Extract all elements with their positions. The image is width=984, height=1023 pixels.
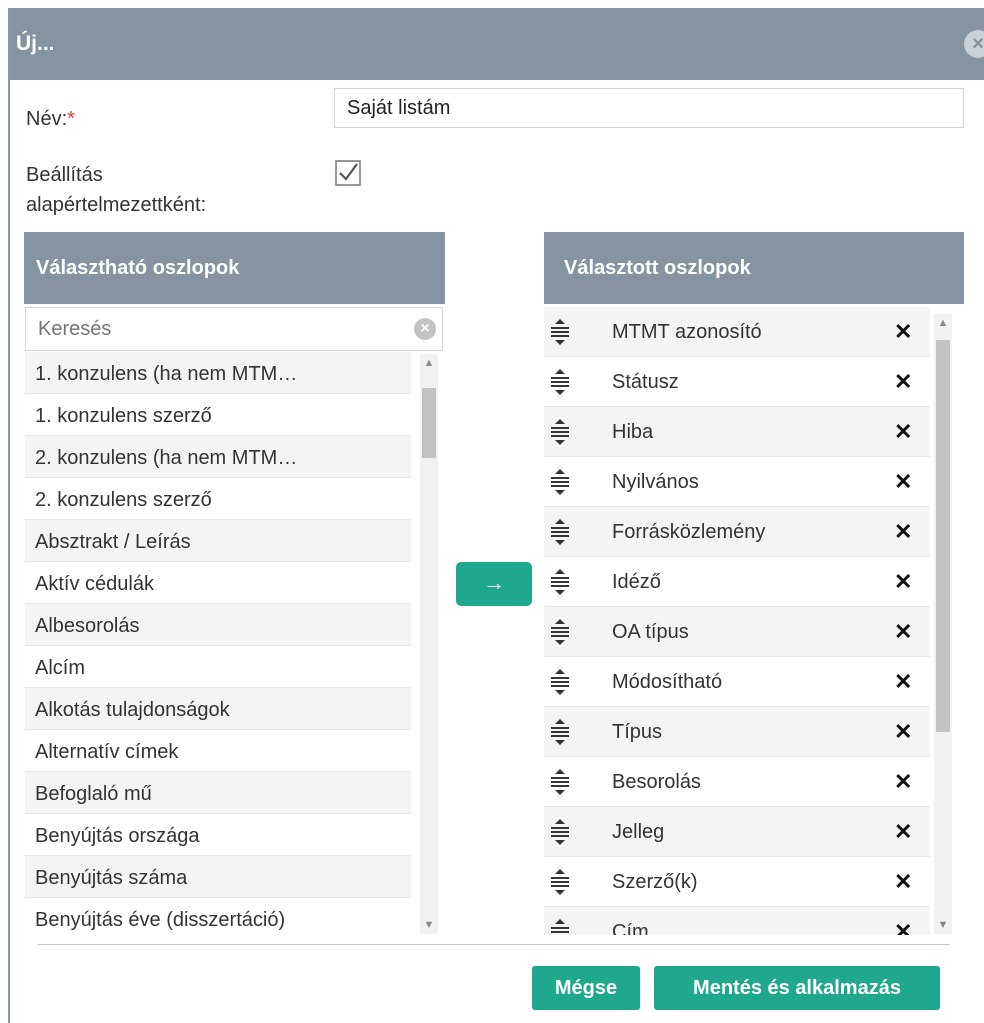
available-list-scrollbar[interactable]: ▲ ▼ [420, 354, 438, 934]
name-input[interactable]: Saját listám [334, 88, 964, 128]
scroll-down-icon[interactable]: ▼ [934, 916, 952, 934]
default-label-line2: alapértelmezettként: [26, 194, 207, 216]
list-item[interactable]: 1. konzulens szerző [25, 394, 411, 436]
chosen-columns-list: MTMT azonosító ✕ Státusz ✕ Hiba ✕ Nyilvános ✕ Fo… [544, 307, 930, 935]
chosen-list-scrollbar[interactable]: ▲ ▼ [934, 314, 952, 934]
list-item[interactable]: Nyilvános ✕ [544, 457, 930, 507]
cancel-button[interactable]: Mégse [532, 966, 640, 1010]
remove-icon[interactable]: ✕ [894, 457, 912, 507]
column-name: Hiba [612, 421, 654, 443]
list-item[interactable]: Albesorolás [25, 604, 411, 646]
remove-icon[interactable]: ✕ [894, 357, 912, 407]
page-background [0, 0, 6, 1023]
drag-handle-icon[interactable] [550, 619, 570, 645]
column-name: Idéző [612, 571, 661, 593]
list-item[interactable]: Benyújtás éve (disszertáció) [25, 898, 411, 932]
list-item[interactable]: Benyújtás száma [25, 856, 411, 898]
scroll-down-icon[interactable]: ▼ [420, 916, 438, 934]
remove-icon[interactable]: ✕ [894, 757, 912, 807]
list-item[interactable]: Státusz ✕ [544, 357, 930, 407]
remove-icon[interactable]: ✕ [894, 607, 912, 657]
scroll-up-icon[interactable]: ▲ [934, 314, 952, 332]
drag-handle-icon[interactable] [550, 819, 570, 845]
column-name: Szerző(k) [612, 871, 698, 893]
list-item[interactable]: Módosítható ✕ [544, 657, 930, 707]
remove-icon[interactable]: ✕ [894, 407, 912, 457]
remove-icon[interactable]: ✕ [894, 307, 912, 357]
list-item[interactable]: Alkotás tulajdonságok [25, 688, 411, 730]
scroll-up-icon[interactable]: ▲ [420, 354, 438, 372]
required-marker: * [67, 108, 75, 130]
list-item[interactable]: Szerző(k) ✕ [544, 857, 930, 907]
close-icon[interactable]: × [964, 30, 984, 58]
list-item[interactable]: Típus ✕ [544, 707, 930, 757]
drag-handle-icon[interactable] [550, 769, 570, 795]
search-input[interactable] [36, 308, 400, 350]
clear-search-icon[interactable]: × [414, 318, 436, 340]
drag-handle-icon[interactable] [550, 419, 570, 445]
column-name: Forrásközlemény [612, 521, 766, 543]
remove-icon[interactable]: ✕ [894, 707, 912, 757]
column-name: Cím [612, 921, 649, 935]
drag-handle-icon[interactable] [550, 669, 570, 695]
list-item[interactable]: 1. konzulens (ha nem MTM… [25, 352, 411, 394]
chosen-columns-header: Választott oszlopok [544, 232, 964, 304]
available-search[interactable]: × [25, 307, 443, 351]
list-item[interactable]: Aktív cédulák [25, 562, 411, 604]
remove-icon[interactable]: ✕ [894, 507, 912, 557]
column-name: Módosítható [612, 671, 723, 693]
list-item[interactable]: Idéző ✕ [544, 557, 930, 607]
drag-handle-icon[interactable] [550, 319, 570, 345]
dialog-title: Új... [16, 32, 55, 55]
list-item[interactable]: 2. konzulens szerző [25, 478, 411, 520]
scrollbar-thumb[interactable] [936, 340, 950, 732]
list-item[interactable]: OA típus ✕ [544, 607, 930, 657]
list-item[interactable]: Alcím [25, 646, 411, 688]
remove-icon[interactable]: ✕ [894, 907, 912, 935]
list-item[interactable]: Cím ✕ [544, 907, 930, 935]
column-name: Státusz [612, 371, 679, 393]
list-item[interactable]: Hiba ✕ [544, 407, 930, 457]
available-columns-list: 1. konzulens (ha nem MTM… 1. konzulens sz… [25, 352, 411, 932]
drag-handle-icon[interactable] [550, 919, 570, 935]
drag-handle-icon[interactable] [550, 569, 570, 595]
drag-handle-icon[interactable] [550, 369, 570, 395]
list-item[interactable]: Absztrakt / Leírás [25, 520, 411, 562]
list-item[interactable]: Alternatív címek [25, 730, 411, 772]
scrollbar-thumb[interactable] [422, 388, 436, 458]
list-item[interactable]: 2. konzulens (ha nem MTM… [25, 436, 411, 478]
list-item[interactable]: Befoglaló mű [25, 772, 411, 814]
drag-handle-icon[interactable] [550, 719, 570, 745]
default-checkbox[interactable] [335, 160, 361, 186]
column-name: OA típus [612, 621, 689, 643]
available-columns-header: Választható oszlopok [24, 232, 445, 304]
save-and-apply-button[interactable]: Mentés és alkalmazás [654, 966, 940, 1010]
remove-icon[interactable]: ✕ [894, 807, 912, 857]
list-item[interactable]: Besorolás ✕ [544, 757, 930, 807]
drag-handle-icon[interactable] [550, 519, 570, 545]
list-item[interactable]: MTMT azonosító ✕ [544, 307, 930, 357]
column-name: Nyilvános [612, 471, 699, 493]
footer-divider [38, 944, 950, 945]
remove-icon[interactable]: ✕ [894, 857, 912, 907]
column-name: Jelleg [612, 821, 665, 843]
remove-icon[interactable]: ✕ [894, 557, 912, 607]
column-name: Típus [612, 721, 663, 743]
drag-handle-icon[interactable] [550, 469, 570, 495]
drag-handle-icon[interactable] [550, 869, 570, 895]
column-name: Besorolás [612, 771, 701, 793]
dialog-titlebar: Új... × [10, 8, 984, 80]
remove-icon[interactable]: ✕ [894, 657, 912, 707]
default-label-line1: Beállítás [26, 164, 103, 186]
list-item[interactable]: Forrásközlemény ✕ [544, 507, 930, 557]
column-name: MTMT azonosító [612, 321, 762, 343]
list-item[interactable]: Benyújtás országa [25, 814, 411, 856]
list-item[interactable]: Jelleg ✕ [544, 807, 930, 857]
add-column-button[interactable]: → [456, 562, 532, 606]
name-label: Név:* [26, 108, 75, 130]
